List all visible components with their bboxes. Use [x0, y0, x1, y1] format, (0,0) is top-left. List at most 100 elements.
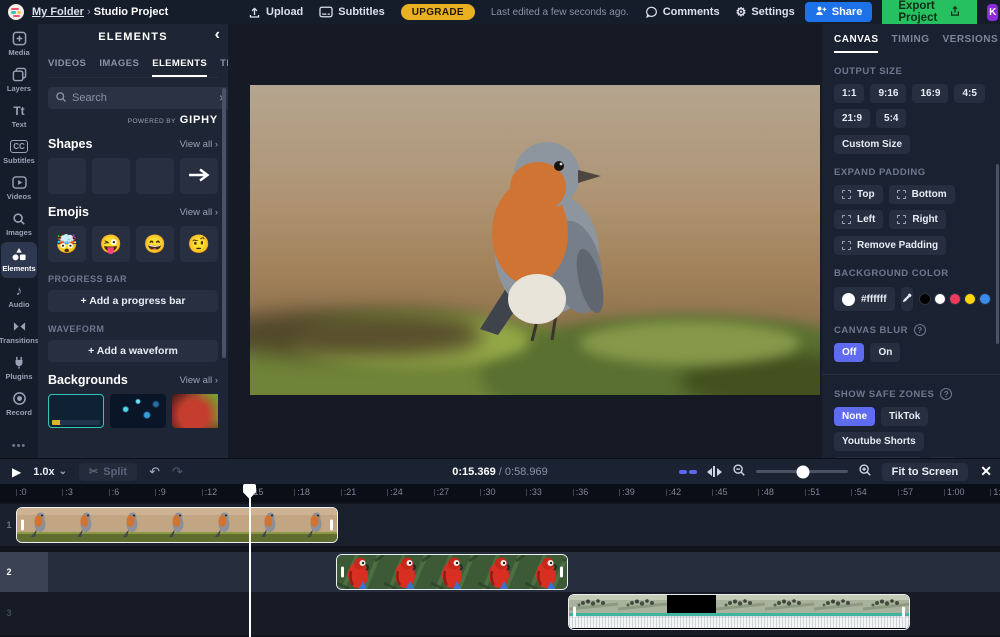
- undo-button[interactable]: ↶: [149, 464, 160, 480]
- color-swatch[interactable]: [979, 293, 991, 305]
- canvas-blur-off[interactable]: Off: [834, 343, 864, 362]
- play-button[interactable]: ▶: [12, 465, 21, 479]
- inspector-scrollbar[interactable]: [996, 164, 999, 344]
- safe-zone-tiktok[interactable]: TikTok: [881, 407, 928, 426]
- add-waveform-button[interactable]: + Add a waveform: [48, 340, 218, 362]
- output-size-4x5[interactable]: 4:5: [954, 84, 984, 103]
- trim-handle-left[interactable]: [341, 567, 344, 578]
- sidebar-item-subtitles[interactable]: CCSubtitles: [0, 134, 38, 170]
- backgrounds-view-all-link[interactable]: View all ›: [180, 375, 218, 386]
- safe-zone-none[interactable]: None: [834, 407, 875, 426]
- color-swatch[interactable]: [964, 293, 976, 305]
- video-preview[interactable]: [250, 85, 820, 395]
- output-size-16x9[interactable]: 16:9: [912, 84, 948, 103]
- playback-speed-dropdown[interactable]: 1.0x ⌄: [33, 466, 67, 478]
- emojis-view-all-link[interactable]: View all ›: [180, 207, 218, 218]
- shape-tile-line[interactable]: [136, 158, 174, 194]
- trim-handle-right[interactable]: [330, 520, 333, 531]
- comments-button[interactable]: Comments: [645, 6, 720, 19]
- output-size-5x4[interactable]: 5:4: [876, 109, 906, 128]
- video-clip-robin[interactable]: [16, 507, 338, 543]
- trim-handle-right[interactable]: [560, 567, 563, 578]
- shape-tile-arrow[interactable]: [180, 158, 218, 194]
- kapwing-logo-icon[interactable]: [8, 4, 24, 20]
- padding-bottom-button[interactable]: Bottom: [889, 185, 955, 204]
- remove-padding-button[interactable]: Remove Padding: [834, 236, 946, 255]
- split-button[interactable]: ✂ Split: [79, 463, 137, 481]
- emoji-tile[interactable]: 🤯: [48, 226, 86, 262]
- sidebar-item-elements[interactable]: Elements: [1, 242, 37, 278]
- collapse-panel-icon[interactable]: ‹: [215, 27, 220, 43]
- video-clip-parrot[interactable]: [336, 554, 568, 590]
- user-avatar[interactable]: K: [987, 4, 998, 21]
- zoom-slider-knob[interactable]: [797, 465, 810, 478]
- add-progress-bar-button[interactable]: + Add a progress bar: [48, 290, 218, 312]
- sidebar-item-text[interactable]: TtText: [0, 98, 38, 134]
- subtitles-button[interactable]: Subtitles: [319, 6, 384, 18]
- padding-right-button[interactable]: Right: [889, 210, 946, 229]
- color-swatch[interactable]: [934, 293, 946, 305]
- padding-left-button[interactable]: Left: [834, 210, 883, 229]
- panel-scrollbar[interactable]: [222, 88, 226, 358]
- snap-toggle-icon[interactable]: [679, 470, 697, 474]
- sidebar-item-layers[interactable]: Layers: [0, 62, 38, 98]
- help-icon[interactable]: ?: [940, 388, 952, 400]
- track-height-icon[interactable]: [707, 466, 722, 477]
- export-project-button[interactable]: Export Project: [882, 0, 977, 27]
- sidebar-more-button[interactable]: •••: [0, 434, 38, 458]
- output-size-21x9[interactable]: 21:9: [834, 109, 870, 128]
- breadcrumb-folder-link[interactable]: My Folder: [32, 6, 84, 18]
- playhead-line[interactable]: [249, 484, 251, 637]
- custom-size-button[interactable]: Custom Size: [834, 135, 910, 154]
- tab-elements[interactable]: ELEMENTS: [152, 58, 207, 77]
- background-thumb[interactable]: [48, 394, 104, 428]
- redo-button[interactable]: ↷: [172, 464, 183, 480]
- tab-tem[interactable]: TEM: [220, 58, 228, 77]
- sidebar-item-transitions[interactable]: Transitions: [0, 314, 38, 350]
- search-input[interactable]: [72, 92, 214, 104]
- trim-handle-left[interactable]: [573, 607, 576, 618]
- shape-tile-circle[interactable]: [92, 158, 130, 194]
- sidebar-item-videos[interactable]: Videos: [0, 170, 38, 206]
- fit-to-screen-button[interactable]: Fit to Screen: [882, 463, 969, 481]
- canvas-blur-on[interactable]: On: [870, 343, 900, 362]
- timeline-ruler[interactable]: :0:3:6:9:12:15:18:21:24:27:30:33:36:39:4…: [0, 484, 1000, 502]
- upload-button[interactable]: Upload: [248, 6, 303, 19]
- sidebar-item-plugins[interactable]: Plugins: [0, 350, 38, 386]
- tab-versions[interactable]: VERSIONS: [942, 34, 998, 53]
- emoji-tile[interactable]: 😜: [92, 226, 130, 262]
- background-color-value-button[interactable]: #ffffff: [834, 287, 895, 311]
- shapes-view-all-link[interactable]: View all ›: [180, 139, 218, 150]
- padding-top-button[interactable]: Top: [834, 185, 883, 204]
- color-swatch[interactable]: [919, 293, 931, 305]
- zoom-in-icon[interactable]: [858, 463, 872, 480]
- search-box[interactable]: ×: [48, 87, 228, 109]
- output-size-1x1[interactable]: 1:1: [834, 84, 864, 103]
- tab-timing[interactable]: TIMING: [891, 34, 929, 53]
- video-clip-with-audio[interactable]: [568, 594, 910, 630]
- upgrade-button[interactable]: UPGRADE: [401, 4, 475, 20]
- tab-videos[interactable]: VIDEOS: [48, 58, 86, 77]
- emoji-tile[interactable]: 🤨: [180, 226, 218, 262]
- tab-images[interactable]: IMAGES: [99, 58, 139, 77]
- background-thumb[interactable]: [172, 394, 218, 428]
- sidebar-item-images[interactable]: Images: [0, 206, 38, 242]
- sidebar-item-media[interactable]: Media: [0, 26, 38, 62]
- sidebar-item-record[interactable]: Record: [0, 386, 38, 422]
- output-size-9x16[interactable]: 9:16: [870, 84, 906, 103]
- tab-canvas[interactable]: CANVAS: [834, 34, 878, 53]
- color-swatch[interactable]: [949, 293, 961, 305]
- close-icon[interactable]: ✕: [980, 463, 992, 480]
- trim-handle-right[interactable]: [902, 607, 905, 618]
- sidebar-item-audio[interactable]: ♪Audio: [0, 278, 38, 314]
- trim-handle-left[interactable]: [21, 520, 24, 531]
- help-icon[interactable]: ?: [914, 324, 926, 336]
- eyedropper-button[interactable]: [901, 287, 913, 311]
- timeline-zoom-slider[interactable]: [756, 470, 848, 473]
- safe-zone-youtube-shorts[interactable]: Youtube Shorts: [834, 432, 924, 451]
- shape-tile-square[interactable]: [48, 158, 86, 194]
- settings-button[interactable]: ⚙ Settings: [736, 5, 795, 19]
- emoji-tile[interactable]: 😄: [136, 226, 174, 262]
- zoom-out-icon[interactable]: [732, 463, 746, 480]
- background-thumb[interactable]: [110, 394, 166, 428]
